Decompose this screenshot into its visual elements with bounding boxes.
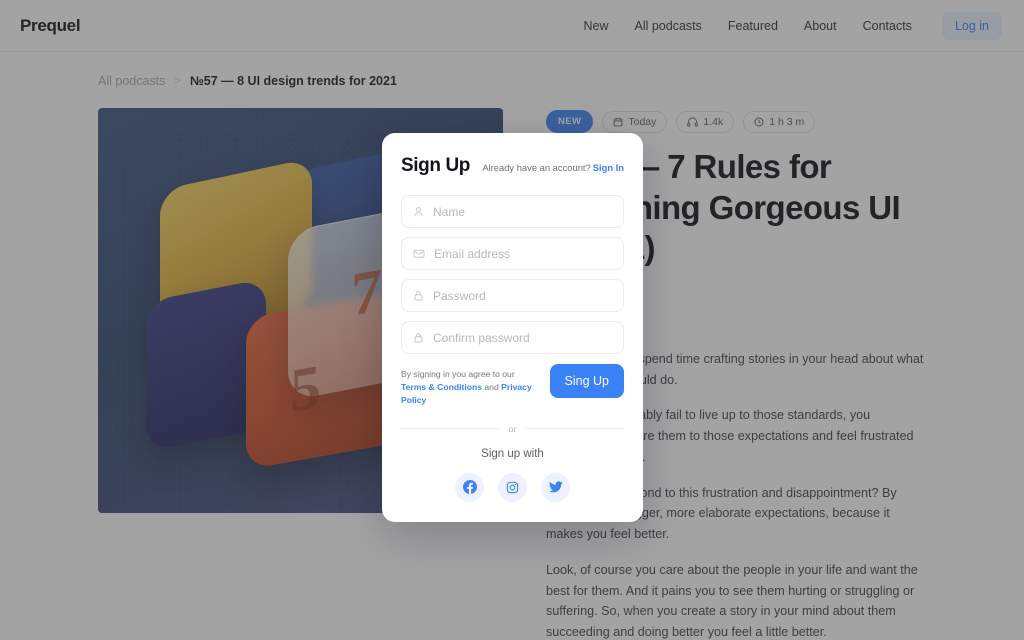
- or-divider: or: [401, 424, 624, 434]
- social-signup-label: Sign up with: [481, 447, 544, 460]
- modal-title: Sign Up: [401, 155, 470, 176]
- social-signup-buttons: [401, 472, 624, 502]
- terms-conditions-link[interactable]: Terms & Conditions: [401, 382, 482, 392]
- lock-icon: [414, 291, 423, 301]
- twitter-icon: [548, 481, 563, 493]
- terms-text: By signing in you agree to our Terms & C…: [401, 364, 540, 407]
- modal-signin-prompt: Already have an account? Sign In: [482, 162, 624, 173]
- name-field-wrapper[interactable]: [401, 195, 624, 228]
- sign-up-modal: Sign Up Already have an account? Sign In …: [382, 133, 643, 522]
- confirm-password-field-wrapper[interactable]: [401, 321, 624, 354]
- password-input[interactable]: [433, 288, 612, 303]
- facebook-icon: [462, 480, 477, 495]
- modal-header: Sign Up Already have an account? Sign In: [401, 155, 624, 177]
- terms-middle: and: [482, 381, 502, 392]
- terms-row: By signing in you agree to our Terms & C…: [401, 364, 624, 407]
- or-divider-label: or: [508, 423, 517, 434]
- confirm-password-input[interactable]: [433, 330, 612, 345]
- email-field-wrapper[interactable]: [401, 237, 624, 270]
- lock-icon: [414, 333, 423, 343]
- mail-icon: [413, 249, 425, 258]
- instagram-icon: [506, 481, 519, 493]
- name-input[interactable]: [433, 204, 612, 219]
- already-have-account-text: Already have an account?: [482, 162, 591, 173]
- instagram-signup-button[interactable]: [498, 472, 527, 502]
- password-field-wrapper[interactable]: [401, 279, 624, 312]
- facebook-signup-button[interactable]: [455, 472, 484, 502]
- sign-up-submit-button[interactable]: Sing Up: [549, 364, 624, 398]
- user-icon: [414, 207, 423, 216]
- twitter-signup-button[interactable]: [541, 472, 570, 502]
- terms-prefix: By signing in you agree to our: [401, 369, 515, 379]
- email-input[interactable]: [434, 246, 612, 261]
- sign-in-link[interactable]: Sign In: [593, 162, 624, 173]
